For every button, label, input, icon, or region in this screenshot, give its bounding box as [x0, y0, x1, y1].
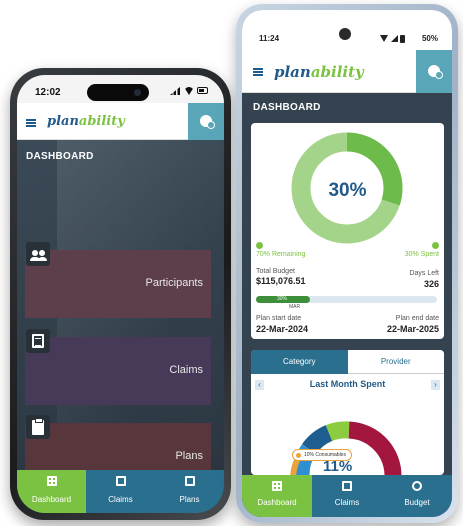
profile-button[interactable]: [416, 50, 452, 93]
category-segment-green: [325, 421, 350, 442]
category-percent: 11%: [323, 458, 353, 475]
app-header: planability: [242, 50, 452, 93]
spent-percent: 30%: [328, 180, 367, 201]
menu-icon[interactable]: [26, 119, 36, 127]
android-device-frame: 11:24 50% planability DASHBOARD 30% 70% …: [236, 4, 458, 523]
app-logo: planability: [274, 63, 364, 81]
days-left-value: 326: [423, 279, 439, 289]
dynamic-island: [87, 84, 149, 101]
nav-budget[interactable]: Budget: [382, 475, 452, 517]
android-screen: 11:24 50% planability DASHBOARD 30% 70% …: [242, 10, 452, 517]
dashboard-grid-icon: [46, 476, 57, 486]
category-segment-orange: [290, 458, 300, 475]
spent-legend: 30% Spent: [404, 251, 439, 258]
tab-provider[interactable]: Provider: [347, 350, 444, 374]
signal-icon: [170, 87, 180, 95]
plan-start-label: Plan start date: [256, 315, 302, 322]
total-budget-value: $115,076.51: [256, 276, 306, 286]
bottom-navigation: Dashboard Claims Budget: [242, 475, 452, 517]
profile-button[interactable]: [188, 103, 224, 140]
tile-label: Participants: [145, 277, 203, 289]
app-header: planability: [17, 103, 224, 140]
status-time: 12:02: [35, 87, 61, 98]
days-left-label: Days Left: [409, 270, 439, 277]
page-title: DASHBOARD: [253, 102, 321, 113]
total-budget-label: Total Budget: [256, 268, 295, 275]
plan-end-label: Plan end date: [395, 315, 439, 322]
nav-plans[interactable]: Plans: [155, 470, 224, 513]
nav-dashboard[interactable]: Dashboard: [17, 470, 86, 513]
dashboard-grid-icon: [272, 481, 282, 491]
bottom-navigation: Dashboard Claims Plans: [17, 470, 224, 513]
last-month-title: Last Month Spent: [309, 379, 386, 389]
budget-gauge-icon: [412, 481, 422, 491]
app-logo: planability: [47, 114, 125, 129]
remaining-legend: 70% Remaining: [256, 251, 306, 258]
profile-settings-icon: [200, 115, 215, 129]
status-time: 11:24: [259, 34, 280, 43]
battery-icon: [197, 87, 208, 94]
camera-icon: [134, 89, 141, 96]
dashboard-content: DASHBOARD Participants Claims Plans: [17, 140, 224, 491]
dashboard-content: DASHBOARD 30% 70% Remaining 30% Spent To…: [242, 93, 452, 475]
status-bar: 11:24 50%: [242, 10, 452, 50]
wifi-icon: [184, 87, 194, 95]
camera-icon: [339, 28, 351, 40]
battery-percent: 50%: [421, 34, 438, 43]
claims-icon: [115, 476, 126, 486]
nav-claims[interactable]: Claims: [86, 470, 155, 513]
claims-document-icon: [26, 329, 50, 353]
page-title: DASHBOARD: [26, 151, 94, 162]
menu-icon[interactable]: [253, 68, 263, 76]
budget-progress-bar: 30%: [256, 296, 437, 303]
iphone-screen: 12:02 planability DASHBOARD Participants…: [17, 75, 224, 513]
plans-icon: [184, 476, 195, 486]
participants-tile[interactable]: Participants: [25, 250, 211, 318]
spent-dot-icon: [432, 242, 439, 249]
plan-end-value: 22-Mar-2025: [386, 324, 439, 334]
tile-label: Plans: [175, 450, 203, 462]
clipboard-icon: [26, 415, 50, 439]
budget-donut-chart: 30%: [251, 123, 444, 253]
spent-tabs: Category Provider: [251, 350, 444, 374]
profile-settings-icon: [428, 65, 443, 79]
remaining-dot-icon: [256, 242, 263, 249]
tab-category[interactable]: Category: [251, 350, 348, 374]
system-indicators: [170, 87, 208, 95]
nav-claims[interactable]: Claims: [312, 475, 382, 517]
wifi-icon: [380, 35, 388, 42]
system-indicators: [380, 35, 406, 43]
last-month-spent-card: Category Provider ‹ Last Month Spent › 1…: [251, 350, 444, 475]
budget-card: 30% 70% Remaining 30% Spent Total Budget…: [251, 123, 444, 339]
iphone-device-frame: 12:02 planability DASHBOARD Participants…: [10, 68, 231, 520]
claims-icon: [342, 481, 352, 491]
people-icon: [26, 242, 50, 266]
progress-percent: 30%: [277, 296, 288, 302]
claims-tile[interactable]: Claims: [25, 337, 211, 405]
tile-label: Claims: [169, 364, 203, 376]
battery-icon: [400, 35, 405, 43]
plan-start-value: 22-Mar-2024: [256, 324, 309, 334]
category-segment-crimson: [348, 421, 402, 475]
marketing-composite: 12:02 planability DASHBOARD Participants…: [0, 0, 463, 526]
signal-icon: [391, 35, 398, 42]
category-segment-teal: [302, 425, 333, 455]
progress-month: MAR: [289, 304, 301, 310]
status-bar: 12:02: [17, 75, 224, 103]
nav-dashboard[interactable]: Dashboard: [242, 475, 312, 517]
next-month-button[interactable]: ›: [431, 380, 440, 390]
